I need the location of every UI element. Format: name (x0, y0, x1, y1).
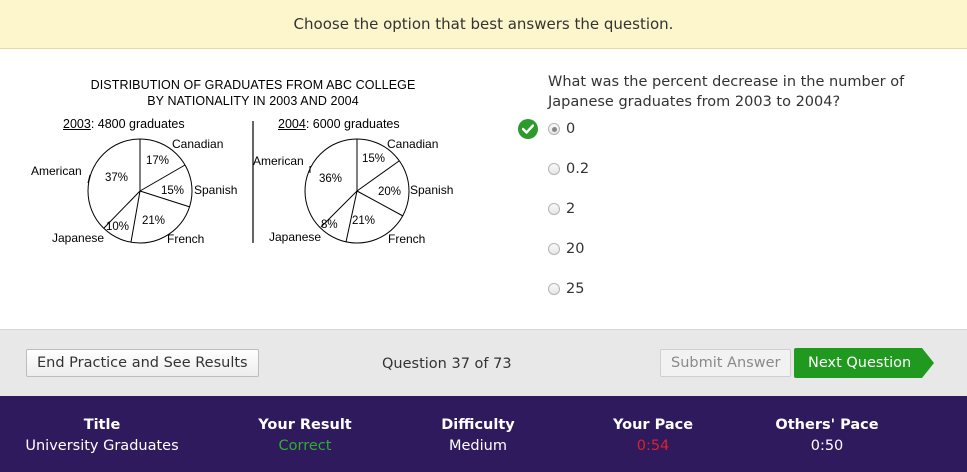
left-pct-japanese: 10% (106, 221, 129, 233)
right-pct-american: 36% (319, 173, 342, 185)
left-pct-american: 37% (105, 172, 128, 184)
answer-choice-2[interactable]: 0.2 (548, 159, 589, 179)
stat-pace: Your Pace 0:54 (573, 416, 733, 456)
right-label-spanish: Spanish (410, 183, 453, 197)
left-label-spanish: Spanish (194, 183, 237, 197)
action-bar: End Practice and See Results Question 37… (0, 329, 967, 396)
choice-label: 20 (566, 241, 585, 257)
left-label-canadian: Canadian (172, 137, 223, 151)
stat-difficulty-value: Medium (449, 438, 507, 454)
left-label-japanese: Japanese (52, 231, 104, 245)
left-label-french: French (167, 232, 204, 246)
answer-choice-3[interactable]: 2 (548, 199, 575, 219)
stats-bar: Title University Graduates Your Result C… (0, 396, 967, 472)
stat-others-pace-label: Others' Pace (775, 417, 879, 433)
left-pct-canadian: 17% (146, 155, 169, 167)
left-pct-french: 21% (142, 215, 165, 227)
stat-result-label: Your Result (258, 417, 352, 433)
question-text: What was the percent decrease in the num… (548, 74, 905, 110)
stat-title-value: University Graduates (25, 438, 179, 454)
pie-charts: 17% 15% 21% 10% 37% Canadian Spanish Fre… (31, 121, 453, 246)
right-label-japanese: Japanese (269, 230, 321, 244)
graduates-figure: DISTRIBUTION OF GRADUATES FROM ABC COLLE… (28, 75, 478, 255)
end-practice-button[interactable]: End Practice and See Results (26, 349, 259, 377)
stat-result: Your Result Correct (225, 416, 385, 456)
right-label-french: French (388, 232, 425, 246)
answer-choice-4[interactable]: 20 (548, 239, 584, 259)
stat-pace-label: Your Pace (612, 417, 694, 433)
correct-check-icon (518, 119, 538, 139)
radio-button[interactable] (548, 283, 560, 295)
answer-choice-1[interactable]: 0 (548, 119, 575, 139)
stat-others-pace-value: 0:50 (810, 438, 844, 454)
stat-difficulty-label: Difficulty (441, 417, 515, 433)
stat-title-label: Title (83, 417, 121, 433)
instructions-bar: Choose the option that best answers the … (0, 0, 967, 49)
right-pct-japanese: 8% (321, 219, 338, 231)
choice-label: 0 (566, 121, 576, 137)
stat-difficulty: Difficulty Medium (398, 416, 558, 456)
stat-title: Title University Graduates (22, 416, 182, 456)
stat-pace-value: 0:54 (636, 438, 670, 454)
choice-label: 0.2 (566, 161, 590, 177)
right-pct-canadian: 15% (362, 153, 385, 165)
submit-answer-button[interactable]: Submit Answer (660, 349, 792, 377)
left-label-american: American (31, 164, 82, 178)
choice-label: 25 (566, 281, 585, 297)
radio-button[interactable] (548, 163, 560, 175)
answer-choice-5[interactable]: 25 (548, 279, 584, 299)
next-question-button[interactable]: Next Question (794, 348, 934, 378)
radio-button[interactable] (548, 243, 560, 255)
choice-label: 2 (566, 201, 576, 217)
stat-result-value: Correct (278, 438, 332, 454)
right-pct-spanish: 20% (378, 186, 401, 198)
right-label-american: American (253, 154, 304, 168)
instructions-text: Choose the option that best answers the … (293, 15, 674, 33)
question-counter: Question 37 of 73 (382, 356, 512, 372)
radio-button[interactable] (548, 123, 560, 135)
right-label-canadian: Canadian (387, 137, 438, 151)
radio-button[interactable] (548, 203, 560, 215)
right-pct-french: 21% (352, 215, 375, 227)
stat-others-pace: Others' Pace 0:50 (747, 416, 907, 456)
left-pct-spanish: 15% (161, 185, 184, 197)
